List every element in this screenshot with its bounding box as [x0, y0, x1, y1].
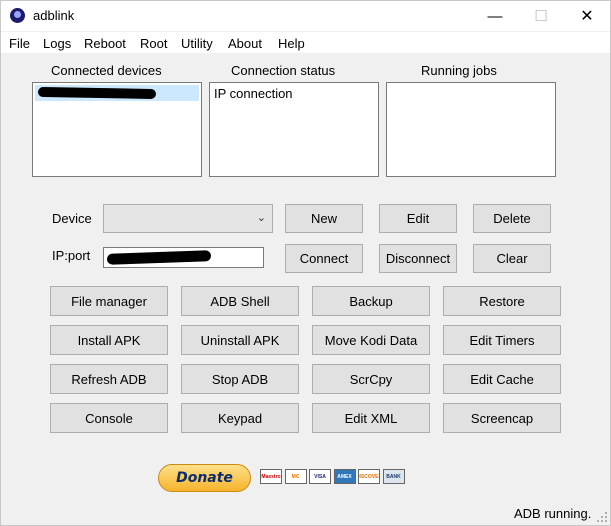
uninstall-apk-button[interactable]: Uninstall APK [181, 325, 299, 355]
connected-devices-label: Connected devices [51, 63, 162, 78]
app-window: adblink — ☐ ✕ File Logs Reboot Root Util… [0, 0, 611, 526]
resize-grip-icon[interactable] [596, 511, 608, 523]
menu-utility[interactable]: Utility [181, 36, 213, 51]
keypad-button[interactable]: Keypad [181, 403, 299, 433]
title-bar[interactable]: adblink — ☐ ✕ [1, 1, 610, 31]
window-title: adblink [33, 8, 75, 23]
clear-button[interactable]: Clear [473, 244, 551, 273]
menu-file[interactable]: File [9, 36, 30, 51]
adb-shell-button[interactable]: ADB Shell [181, 286, 299, 316]
minimize-icon: — [487, 7, 503, 25]
ipport-label: IP:port [52, 248, 91, 263]
running-jobs-label: Running jobs [421, 63, 497, 78]
connection-status-line: IP connection [214, 86, 293, 101]
connection-status-box: IP connection [209, 82, 379, 177]
adblink-app-icon [10, 8, 25, 23]
device-select[interactable]: ⌄ [103, 204, 273, 233]
edit-cache-button[interactable]: Edit Cache [443, 364, 561, 394]
connected-devices-list[interactable] [32, 82, 202, 177]
connection-status-label: Connection status [231, 63, 336, 78]
minimize-button[interactable]: — [472, 1, 518, 31]
move-kodi-data-button[interactable]: Move Kodi Data [312, 325, 430, 355]
install-apk-button[interactable]: Install APK [50, 325, 168, 355]
menu-root[interactable]: Root [140, 36, 167, 51]
restore-button[interactable]: Restore [443, 286, 561, 316]
scrcpy-button[interactable]: ScrCpy [312, 364, 430, 394]
redacted-device-name [37, 86, 157, 100]
menu-about[interactable]: About [228, 36, 262, 51]
edit-button[interactable]: Edit [379, 204, 457, 233]
screencap-button[interactable]: Screencap [443, 403, 561, 433]
device-label: Device [52, 211, 92, 226]
edit-xml-button[interactable]: Edit XML [312, 403, 430, 433]
payment-card-maestro-icon: Maestro [260, 469, 282, 484]
new-button[interactable]: New [285, 204, 363, 233]
close-button[interactable]: ✕ [564, 1, 610, 31]
refresh-adb-button[interactable]: Refresh ADB [50, 364, 168, 394]
payment-card-visa-icon: VISA [309, 469, 331, 484]
menu-logs[interactable]: Logs [43, 36, 71, 51]
file-manager-button[interactable]: File manager [50, 286, 168, 316]
ipport-input[interactable] [103, 247, 264, 268]
edit-timers-button[interactable]: Edit Timers [443, 325, 561, 355]
donate-button[interactable]: Donate [158, 464, 251, 492]
menu-bar: File Logs Reboot Root Utility About Help [1, 32, 610, 54]
stop-adb-button[interactable]: Stop ADB [181, 364, 299, 394]
menu-help[interactable]: Help [278, 36, 305, 51]
payment-card-amex-icon: AMEX [333, 469, 356, 484]
payment-card-bank-icon: BANK [382, 469, 405, 484]
disconnect-button[interactable]: Disconnect [379, 244, 457, 273]
backup-button[interactable]: Backup [312, 286, 430, 316]
payment-card-discover-icon: DISCOVER [358, 469, 380, 484]
console-button[interactable]: Console [50, 403, 168, 433]
delete-button[interactable]: Delete [473, 204, 551, 233]
device-list-item[interactable] [35, 85, 199, 101]
running-jobs-box [386, 82, 556, 177]
redacted-ip-address [106, 250, 212, 265]
payment-card-mc-icon: MC [284, 469, 307, 484]
close-icon: ✕ [580, 8, 594, 25]
maximize-button[interactable]: ☐ [518, 1, 564, 31]
maximize-icon: ☐ [534, 8, 548, 25]
menu-reboot[interactable]: Reboot [84, 36, 126, 51]
chevron-down-icon: ⌄ [256, 212, 266, 224]
connect-button[interactable]: Connect [285, 244, 363, 273]
status-text: ADB running. [514, 506, 592, 521]
